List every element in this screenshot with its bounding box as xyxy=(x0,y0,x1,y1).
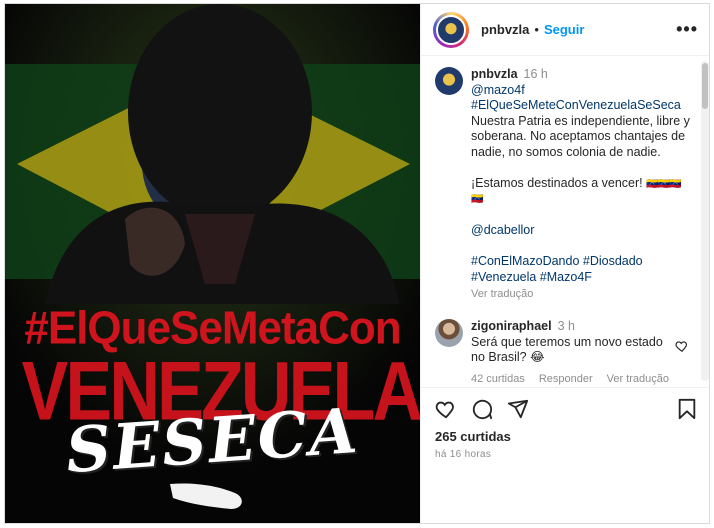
caption-avatar[interactable] xyxy=(435,67,463,95)
caption: pnbvzla 16 h @mazo4f #ElQueSeMeteConVenez… xyxy=(435,67,697,303)
caption-closing: ¡Estamos destinados a vencer! xyxy=(471,175,643,190)
comment-item: zigoniraphael 3 h Será que teremos um nov… xyxy=(435,319,697,387)
comment-text: Será que teremos um novo estado no Brasi… xyxy=(471,334,663,365)
venezuela-flag-emoji: 🇻🇪 xyxy=(471,194,483,205)
follow-button[interactable]: Seguir xyxy=(544,22,584,37)
caption-hashtags-2[interactable]: #Venezuela #Mazo4F xyxy=(471,270,697,286)
caption-mention-2[interactable]: @dcabellor xyxy=(471,223,697,239)
header-separator: • xyxy=(534,22,539,37)
caption-mention[interactable]: @mazo4f xyxy=(471,83,697,99)
comment-time: 3 h xyxy=(557,319,575,333)
author-avatar[interactable] xyxy=(433,11,469,48)
comment-meta: 42 curtidas Responder Ver tradução xyxy=(471,372,671,388)
caption-text: Nuestra Patria es independiente, libre y… xyxy=(471,113,690,159)
commenter-avatar[interactable] xyxy=(435,319,463,347)
comment-icon[interactable] xyxy=(471,398,493,420)
caption-username[interactable]: pnbvzla xyxy=(471,67,518,81)
author-avatar-image xyxy=(436,14,466,45)
post-image[interactable]: #ElQueSeMetaCon VENEZUELA SESECA xyxy=(5,4,420,523)
post-dialog: #ElQueSeMetaCon VENEZUELA SESECA pnbvzla… xyxy=(4,3,710,524)
venezuela-flags-emoji: 🇻🇪🇻🇪🇻🇪 xyxy=(646,178,681,190)
post-header: pnbvzla • Seguir ••• xyxy=(421,4,709,56)
share-icon[interactable] xyxy=(507,398,529,420)
comments-section[interactable]: pnbvzla 16 h @mazo4f #ElQueSeMeteConVenez… xyxy=(421,57,709,388)
more-options-icon[interactable]: ••• xyxy=(676,19,698,40)
post-side-panel: pnbvzla • Seguir ••• pnbvzla 16 h @mazo4f… xyxy=(420,4,709,523)
commenter-username[interactable]: zigoniraphael xyxy=(471,319,552,333)
comment-reply-button[interactable]: Responder xyxy=(539,372,593,388)
comment-body: zigoniraphael 3 h Será que teremos um nov… xyxy=(471,319,671,387)
bookmark-icon[interactable] xyxy=(677,398,697,420)
author-username[interactable]: pnbvzla xyxy=(481,22,529,37)
caption-main-hashtag[interactable]: #ElQueSeMeteConVenezuelaSeSeca xyxy=(471,98,697,114)
comments-scrollbar[interactable] xyxy=(701,61,709,381)
caption-time: 16 h xyxy=(523,67,548,81)
scrollbar-thumb[interactable] xyxy=(702,63,708,109)
likes-count[interactable]: 265 curtidas xyxy=(435,429,511,444)
caption-body: pnbvzla 16 h @mazo4f #ElQueSeMeteConVenez… xyxy=(471,67,697,303)
comment-likes[interactable]: 42 curtidas xyxy=(471,372,525,388)
caption-translate-link[interactable]: Ver tradução xyxy=(471,287,697,303)
heart-icon[interactable] xyxy=(435,398,457,420)
action-bar xyxy=(435,398,697,422)
comment-like-heart-icon[interactable] xyxy=(675,339,689,353)
caption-hashtags-1[interactable]: #ConElMazoDando #Diosdado xyxy=(471,254,697,270)
comment-translate-link[interactable]: Ver tradução xyxy=(607,372,669,388)
figure-head xyxy=(128,4,312,220)
caption-closing-line: ¡Estamos destinados a vencer! 🇻🇪🇻🇪🇻🇪 xyxy=(471,176,697,193)
post-timestamp: há 16 horas xyxy=(435,449,492,460)
